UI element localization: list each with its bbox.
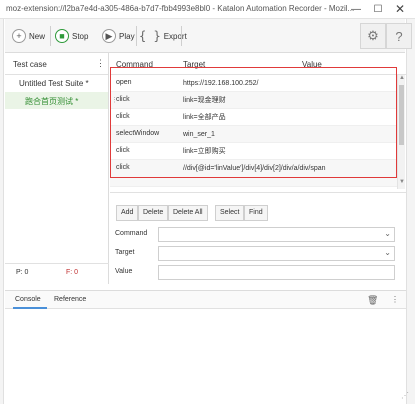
export-label: Export <box>163 31 187 41</box>
row-target: link=现金理财 <box>183 97 226 104</box>
stop-button[interactable]: ■ Stop <box>55 26 88 46</box>
table-row[interactable]: open https://192.168.100.252/ <box>110 75 400 92</box>
code-braces-icon: { } <box>139 29 161 43</box>
test-case-header: Test case ⋮ <box>5 53 108 75</box>
row-command: open <box>116 79 132 86</box>
export-button[interactable]: { } Export <box>139 26 187 46</box>
find-button[interactable]: Find <box>244 205 268 221</box>
add-button[interactable]: Add <box>116 205 139 221</box>
table-row[interactable]: selectWindow win_ser_1 <box>110 126 400 143</box>
toolbar-divider <box>181 26 182 46</box>
chevron-down-icon[interactable]: ⌄ <box>384 248 391 257</box>
kebab-menu-icon[interactable]: ⋮ <box>96 58 105 69</box>
table-row[interactable]: ⋮ click link=现金理财 <box>110 92 400 109</box>
row-command: click <box>116 164 130 171</box>
toolbar-divider <box>50 26 51 46</box>
row-target: link=立即购买 <box>183 148 226 155</box>
stop-label: Stop <box>72 31 89 41</box>
help-icon: ? <box>395 28 403 44</box>
play-label: Play <box>119 31 135 41</box>
play-button[interactable]: ▶ Play <box>102 26 135 46</box>
command-rows: open https://192.168.100.252/ ⋮ click li… <box>110 75 400 192</box>
plus-icon: + <box>12 29 26 43</box>
kebab-menu-icon[interactable]: ⋮ <box>391 295 399 304</box>
new-button[interactable]: + New <box>12 26 45 46</box>
window-title: moz-extension://l2ba7e4d-a305-486a-b7d7-… <box>6 4 355 13</box>
row-command: selectWindow <box>116 130 160 137</box>
command-field[interactable]: ⌄ <box>158 227 395 242</box>
row-target: //div[@id='linValue']/div[4]/div[2]/div/… <box>183 165 326 172</box>
delete-button[interactable]: Delete <box>138 205 169 221</box>
test-suite-item[interactable]: Untitled Test Suite * <box>5 75 108 92</box>
window-frame-right <box>406 19 415 404</box>
tab-reference[interactable]: Reference <box>54 296 86 303</box>
value-field[interactable] <box>158 265 395 280</box>
row-target: win_ser_1 <box>183 131 215 138</box>
row-target: https://192.168.100.252/ <box>183 80 259 87</box>
value-field-label: Value <box>115 268 133 275</box>
settings-button[interactable]: ⚙ <box>360 23 386 49</box>
command-editor: Add Delete Delete All Select Find Comman… <box>110 192 406 284</box>
resize-grip-icon[interactable]: ⋰ <box>401 391 409 400</box>
command-field-label: Command <box>115 230 148 237</box>
tab-console[interactable]: Console <box>15 296 41 303</box>
fail-count: F: 0 <box>66 269 79 276</box>
toolbar: + New ■ Stop ▶ Play { } Export ⚙ ? <box>5 19 412 53</box>
column-header-command: Command <box>116 60 153 69</box>
scroll-down-icon[interactable]: ▼ <box>399 179 405 185</box>
test-suite-label: Untitled Test Suite * <box>19 79 89 88</box>
row-command: click <box>116 147 130 154</box>
target-field[interactable]: ⌄ <box>158 246 395 261</box>
target-field-label: Target <box>115 249 135 256</box>
run-stats: P: 0 F: 0 <box>5 263 109 283</box>
gear-icon: ⚙ <box>367 28 379 43</box>
table-row[interactable]: click link=立即购买 <box>110 143 400 160</box>
row-target: link=全部产品 <box>183 114 226 121</box>
pass-count: P: 0 <box>16 269 29 276</box>
toolbar-divider <box>136 26 137 46</box>
row-command: click <box>116 96 130 103</box>
table-header: Command Target Value <box>110 53 406 75</box>
help-button[interactable]: ? <box>386 23 412 49</box>
scroll-up-icon[interactable]: ▲ <box>399 75 405 81</box>
close-button[interactable]: ✕ <box>389 0 411 19</box>
maximize-button[interactable]: ☐ <box>367 0 389 19</box>
clear-log-icon[interactable]: 🗑 <box>367 295 378 306</box>
test-case-panel: Test case ⋮ Untitled Test Suite * 跑合首页测试… <box>5 53 109 284</box>
minimize-button[interactable]: — <box>345 0 367 19</box>
window-titlebar: moz-extension://l2ba7e4d-a305-486a-b7d7-… <box>0 0 415 19</box>
console-output <box>5 309 406 404</box>
test-case-label: 跑合首页测试 * <box>25 97 79 106</box>
stop-icon: ■ <box>55 29 69 43</box>
table-scrollbar[interactable]: ▲ ▼ <box>397 75 405 189</box>
select-button[interactable]: Select <box>215 205 245 221</box>
play-icon: ▶ <box>102 29 116 43</box>
chevron-down-icon[interactable]: ⌄ <box>384 229 391 238</box>
log-panel: Console Reference 🗑 ⋮ ⋰ <box>5 290 409 404</box>
scroll-thumb[interactable] <box>399 85 404 145</box>
test-case-title: Test case <box>13 60 47 69</box>
log-tabs: Console Reference 🗑 ⋮ <box>5 291 406 309</box>
column-header-value: Value <box>302 60 322 69</box>
test-case-item[interactable]: 跑合首页测试 * <box>5 92 108 109</box>
row-command: click <box>116 113 130 120</box>
table-row[interactable]: click //div[@id='linValue']/div[4]/div[2… <box>110 160 400 187</box>
window-frame-left <box>0 19 4 404</box>
new-label: New <box>29 31 46 41</box>
table-row[interactable]: click link=全部产品 <box>110 109 400 126</box>
column-header-target: Target <box>183 60 206 69</box>
delete-all-button[interactable]: Delete All <box>168 205 208 221</box>
